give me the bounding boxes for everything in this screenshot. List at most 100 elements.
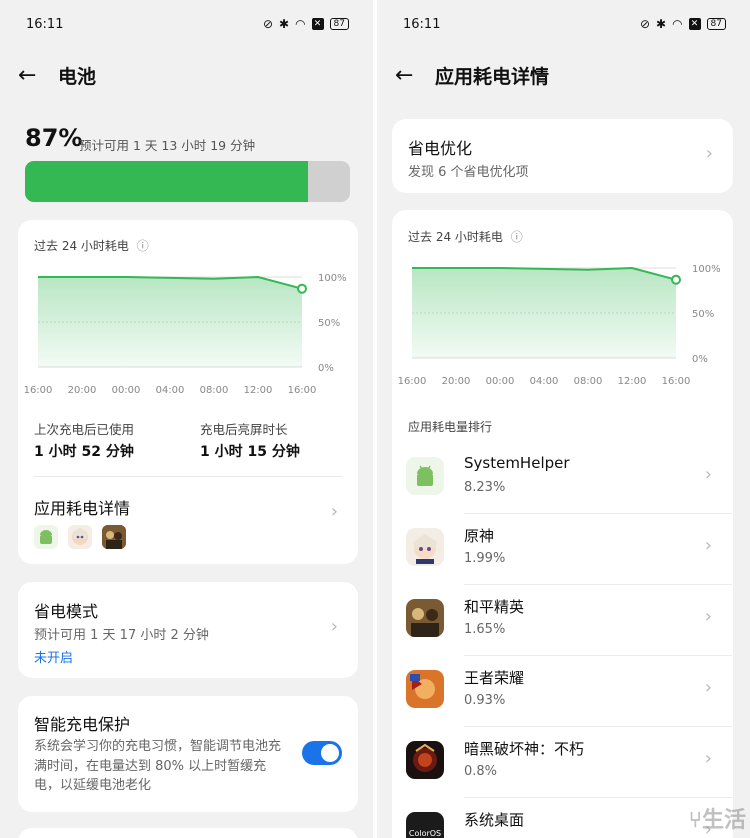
info-icon[interactable]: ⓘ [137,239,149,253]
app-name: 原神 [464,527,495,545]
app-rank-row[interactable]: 王者荣耀 0.93% › [392,656,732,727]
app-rank-row[interactable]: 原神 1.99% › [392,514,732,585]
chevron-right-icon: › [705,143,713,164]
app-details-row[interactable]: 应用耗电详情 › [18,477,358,557]
alarm-icon: ⊘ [639,17,650,31]
smart-charge-title: 智能充电保护 [34,715,131,734]
app-percent: 1.99% [464,551,506,566]
status-time: 16:11 [403,16,441,32]
app-name: 暗黑破坏神：不朽 [464,740,585,758]
usage-area [38,277,302,367]
status-bar: 16:11 ⊘ ✱ ◠ ✕ 87 [403,14,726,34]
chevron-right-icon: › [704,748,712,769]
y-tick-label: 100% [692,264,721,275]
chevron-right-icon: › [330,501,338,522]
power-saving-state: 未开启 [34,651,74,666]
x-tick-label: 20:00 [442,376,471,387]
chevron-right-icon: › [330,616,338,637]
info-icon[interactable]: ⓘ [511,230,523,244]
app-details-title: 应用耗电详情 [34,499,131,518]
app-percent: 0.93% [464,693,506,708]
app-name: 和平精英 [464,598,525,616]
app-percent: 0.8% [464,764,498,779]
x-tick-label: 16:00 [662,376,691,387]
x-tick-label: 08:00 [200,385,229,396]
y-tick-label: 50% [692,309,714,320]
since-charge-label: 上次充电后已使用 [34,422,135,437]
page-title: 电池 [58,65,97,88]
y-tick-label: 0% [318,363,334,374]
chevron-right-icon: › [704,606,712,627]
chevron-right-icon: › [704,535,712,556]
chevron-right-icon: › [704,677,712,698]
x-tick-label: 12:00 [618,376,647,387]
wifi-icon: ◠ [672,17,683,31]
back-arrow-icon[interactable]: ← [395,63,435,88]
battery-level-fill [25,161,308,202]
chart-title: 过去 24 小时耗电 [408,230,503,244]
app-rank-row[interactable]: 和平精英 1.65% › [392,585,732,656]
app-usage-screen: 16:11 ⊘ ✱ ◠ ✕ 87 ← 应用耗电详情 省电优化 发现 6 个省电优… [377,0,750,838]
y-tick-label: 50% [318,318,340,329]
optimize-card[interactable]: 省电优化 发现 6 个省电优化项 › [392,119,733,193]
power-saving-estimate: 预计可用 1 天 17 小时 2 分钟 [34,628,209,643]
status-bar: 16:11 ⊘ ✱ ◠ ✕ 87 [26,14,349,34]
ranking-title: 应用耗电量排行 [408,420,493,434]
current-point [297,283,307,294]
app-notification-icon: ✕ [311,18,324,30]
app-ranking-card: 过去 24 小时耗电 ⓘ 100% 50% 0% 16:00 20:00 00:00 04:… [392,210,733,838]
usage-chart: 100%50%0%16:00 20:00 00:00 04:00 08:00 12:00 1… [24,273,347,396]
app-name: SystemHelper [464,454,570,472]
app-rank-row[interactable]: ColorOS 系统桌面 › [392,798,732,838]
pubg-icon [406,599,444,637]
y-tick-label: 100% [318,273,347,284]
power-saving-title: 省电模式 [34,602,99,621]
bluetooth-icon: ✱ [656,17,667,31]
x-tick-label: 16:00 [24,385,53,396]
pubg-icon [102,525,126,549]
battery-level-bar [25,161,350,202]
x-tick-label: 00:00 [112,385,141,396]
app-name: 王者荣耀 [464,669,525,687]
diablo-icon [406,741,444,779]
x-tick-label: 20:00 [68,385,97,396]
y-tick-label: 0% [692,354,708,365]
app-rank-row[interactable]: SystemHelper 8.23% › [392,443,732,514]
alarm-icon: ⊘ [262,17,273,31]
android-icon [406,457,444,495]
smart-charge-toggle[interactable] [302,741,342,765]
bluetooth-icon: ✱ [279,17,290,31]
battery-status-icon: 87 [329,18,349,30]
chart-title: 过去 24 小时耗电 [34,239,129,253]
x-tick-label: 16:00 [398,376,427,387]
x-tick-label: 08:00 [574,376,603,387]
back-arrow-icon[interactable]: ← [18,63,58,88]
since-charge-value: 1 小时 52 分钟 [34,444,134,460]
next-card [18,828,358,838]
android-icon [34,525,58,549]
optimize-title: 省电优化 [408,139,473,158]
x-tick-label: 04:00 [530,376,559,387]
watermark-logo: ⑂生活 [688,808,746,833]
chevron-right-icon: › [704,464,712,485]
x-tick-label: 00:00 [486,376,515,387]
genshin-icon [68,525,92,549]
status-time: 16:11 [26,16,64,32]
svg-text:ColorOS: ColorOS [409,829,441,838]
genshin-icon [406,528,444,566]
screen-on-label: 充电后亮屏时长 [200,422,288,437]
x-tick-label: 04:00 [156,385,185,396]
battery-screen: 16:11 ⊘ ✱ ◠ ✕ 87 ← 电池 87% 预计可用 1 天 13 小时… [0,0,373,838]
app-name: 系统桌面 [464,811,525,829]
app-percent: 8.23% [464,480,506,495]
optimize-subtitle: 发现 6 个省电优化项 [408,165,529,180]
page-title: 应用耗电详情 [435,65,550,88]
app-notification-icon: ✕ [688,18,701,30]
x-tick-label: 12:00 [244,385,273,396]
app-rank-row[interactable]: 暗黑破坏神：不朽 0.8% › [392,727,732,798]
app-percent: 1.65% [464,622,506,637]
smart-charge-card: 智能充电保护 系统会学习你的充电习惯，智能调节电池充满时间，在电量达到 80% … [18,696,358,812]
battery-estimate: 预计可用 1 天 13 小时 19 分钟 [79,138,256,153]
coloros-icon: ColorOS [406,812,444,838]
power-saving-card[interactable]: 省电模式 预计可用 1 天 17 小时 2 分钟 未开启 › [18,582,358,678]
